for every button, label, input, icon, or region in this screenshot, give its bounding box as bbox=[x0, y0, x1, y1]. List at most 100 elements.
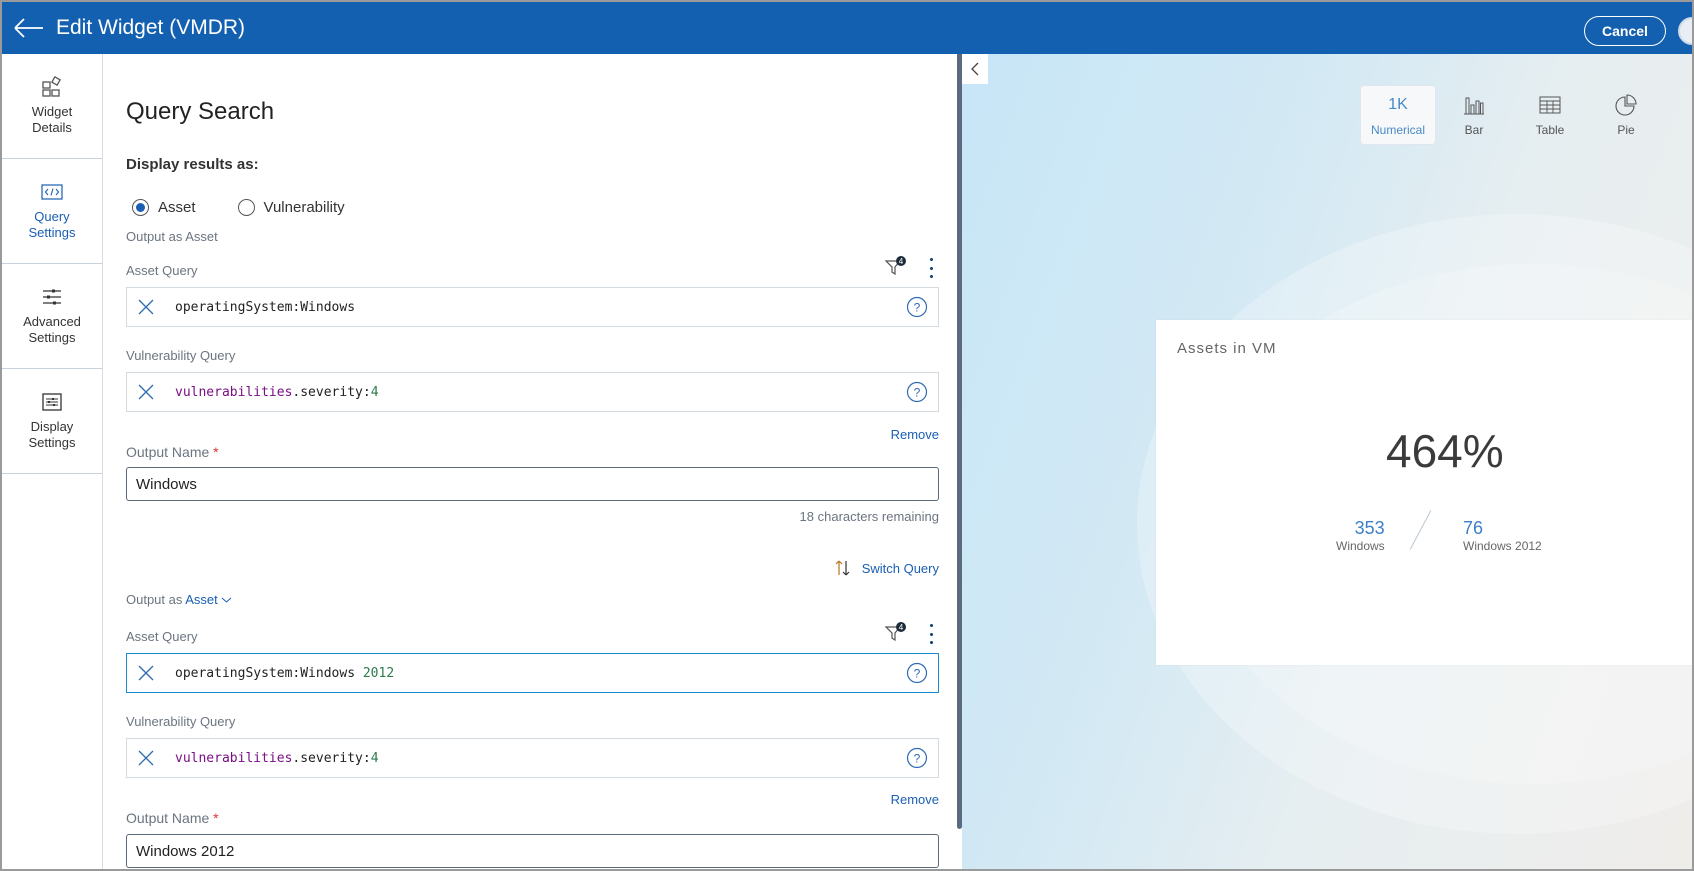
sidebar-item-widget-details[interactable]: Widget Details bbox=[2, 54, 102, 159]
clear-icon[interactable] bbox=[137, 383, 155, 401]
tab-label: Table bbox=[1535, 123, 1565, 137]
header-bar: Edit Widget (VMDR) Cancel bbox=[2, 2, 1692, 54]
back-button[interactable] bbox=[14, 16, 44, 40]
display-results-label: Display results as: bbox=[126, 156, 259, 173]
switch-query-button[interactable]: Switch Query bbox=[834, 559, 939, 577]
sidebar-item-label: Display Settings bbox=[28, 419, 76, 450]
query-text[interactable]: vulnerabilities.severity:4 bbox=[175, 751, 906, 766]
widget-preview-panel: 1K Numerical Bar Table Pie V Assets in V… bbox=[962, 54, 1692, 869]
avatar[interactable] bbox=[1678, 17, 1692, 45]
sidebar-item-label: Advanced Settings bbox=[23, 314, 81, 345]
vulnerability-query-input[interactable]: vulnerabilities.severity:4 ? bbox=[126, 738, 939, 778]
stat-label: Windows 2012 bbox=[1463, 539, 1542, 553]
radio-button[interactable] bbox=[132, 199, 149, 216]
tab-label: Bar bbox=[1464, 123, 1484, 137]
svg-text:?: ? bbox=[914, 667, 921, 681]
edit-widget-window: Edit Widget (VMDR) Cancel Widget Details … bbox=[2, 2, 1692, 869]
collapse-panel-button[interactable] bbox=[962, 54, 988, 84]
vulnerability-query-input[interactable]: vulnerabilities.severity:4 ? bbox=[126, 372, 939, 412]
output-name-label: Output Name * bbox=[126, 810, 219, 826]
tab-label: Numerical bbox=[1370, 123, 1425, 137]
chevron-left-icon bbox=[971, 62, 979, 76]
code-icon bbox=[41, 184, 63, 200]
widget-icon bbox=[42, 76, 61, 97]
arrow-left-icon bbox=[14, 18, 43, 38]
radio-button[interactable] bbox=[237, 199, 255, 216]
chevron-down-icon bbox=[222, 597, 232, 603]
tab-pie[interactable]: Pie bbox=[1588, 85, 1664, 145]
sidebar-item-label: Widget Details bbox=[31, 104, 73, 135]
settings-sidebar: Widget Details Query Settings Advanced Sett… bbox=[2, 54, 103, 869]
more-options-icon[interactable] bbox=[926, 258, 936, 278]
clear-icon[interactable] bbox=[137, 664, 155, 682]
svg-text:4: 4 bbox=[899, 623, 904, 632]
vulnerability-query-label: Vulnerability Query bbox=[126, 714, 236, 729]
widget-title: Assets in VM bbox=[1177, 340, 1277, 357]
more-options-icon[interactable] bbox=[926, 624, 936, 644]
svg-text:?: ? bbox=[914, 301, 921, 315]
numerical-icon: 1K bbox=[1388, 96, 1408, 113]
pie-chart-icon bbox=[1615, 94, 1637, 116]
query-text[interactable]: vulnerabilities.severity:4 bbox=[175, 385, 906, 400]
stat-divider bbox=[1409, 510, 1432, 550]
tab-numerical[interactable]: 1K Numerical bbox=[1360, 85, 1436, 145]
help-icon[interactable]: ? bbox=[906, 296, 928, 318]
tab-bar[interactable]: Bar bbox=[1436, 85, 1512, 145]
query-settings-form: Query Search Display results as: Asset V… bbox=[104, 54, 957, 869]
svg-text:?: ? bbox=[914, 386, 921, 400]
asset-query-label: Asset Query bbox=[126, 263, 198, 278]
stat-windows: 353 Windows bbox=[1336, 518, 1385, 553]
display-results-radio-group: Asset Vulnerability bbox=[132, 199, 387, 216]
stat-windows-2012: 76 Windows 2012 bbox=[1463, 518, 1542, 553]
section-title: Query Search bbox=[126, 98, 275, 125]
help-icon[interactable]: ? bbox=[906, 381, 928, 403]
tab-more[interactable]: V bbox=[1664, 85, 1692, 145]
widget-value: 464% bbox=[1386, 425, 1504, 477]
stat-value: 353 bbox=[1354, 518, 1385, 538]
stat-label: Windows bbox=[1336, 539, 1385, 553]
asset-query-label: Asset Query bbox=[126, 629, 198, 644]
filter-icon[interactable]: 4 bbox=[884, 256, 908, 278]
filter-icon[interactable]: 4 bbox=[884, 622, 908, 644]
radio-vulnerability[interactable]: Vulnerability bbox=[237, 199, 345, 216]
sidebar-item-label: Query Settings bbox=[28, 209, 76, 240]
radio-asset[interactable]: Asset bbox=[132, 199, 196, 216]
table-icon bbox=[1539, 96, 1561, 114]
remove-link[interactable]: Remove bbox=[891, 792, 939, 807]
cancel-button[interactable]: Cancel bbox=[1584, 16, 1666, 46]
tab-table[interactable]: Table bbox=[1512, 85, 1588, 145]
stat-value: 76 bbox=[1463, 518, 1484, 538]
remove-link[interactable]: Remove bbox=[891, 427, 939, 442]
swap-icon bbox=[835, 560, 850, 576]
sliders-icon bbox=[43, 289, 61, 305]
output-name-label: Output Name * bbox=[126, 444, 219, 460]
visualization-tabs: 1K Numerical Bar Table Pie V bbox=[1360, 85, 1692, 145]
vulnerability-query-label: Vulnerability Query bbox=[126, 348, 236, 363]
display-icon bbox=[42, 393, 62, 411]
radio-selected-dot bbox=[136, 203, 145, 212]
bar-chart-icon bbox=[1464, 97, 1484, 115]
help-icon[interactable]: ? bbox=[906, 747, 928, 769]
output-as-label: Output as Asset bbox=[126, 229, 218, 244]
query-text[interactable]: operatingSystem:Windows 2012 bbox=[175, 666, 906, 681]
sidebar-item-display-settings[interactable]: Display Settings bbox=[2, 369, 102, 474]
asset-query-input[interactable]: operatingSystem:Windows 2012 ? bbox=[126, 653, 939, 693]
query-text[interactable]: operatingSystem:Windows bbox=[175, 300, 906, 315]
page-header-title: Edit Widget (VMDR) bbox=[56, 16, 246, 39]
radio-label: Vulnerability bbox=[263, 199, 345, 216]
sidebar-item-advanced-settings[interactable]: Advanced Settings bbox=[2, 264, 102, 369]
sidebar-item-query-settings[interactable]: Query Settings bbox=[2, 159, 102, 264]
output-name-input[interactable] bbox=[126, 834, 939, 868]
widget-preview-card: Assets in VM 464% 353 Windows 76 Windows… bbox=[1156, 320, 1692, 665]
tab-label: Pie bbox=[1617, 123, 1635, 137]
help-icon[interactable]: ? bbox=[906, 662, 928, 684]
svg-text:4: 4 bbox=[899, 257, 904, 266]
output-as-dropdown[interactable]: Output as Asset bbox=[126, 592, 232, 607]
clear-icon[interactable] bbox=[137, 749, 155, 767]
clear-icon[interactable] bbox=[137, 298, 155, 316]
asset-query-input[interactable]: operatingSystem:Windows ? bbox=[126, 287, 939, 327]
output-name-input[interactable] bbox=[126, 467, 939, 501]
characters-remaining: 18 characters remaining bbox=[799, 509, 939, 524]
gauge-icon bbox=[1691, 94, 1692, 116]
svg-text:?: ? bbox=[914, 752, 921, 766]
